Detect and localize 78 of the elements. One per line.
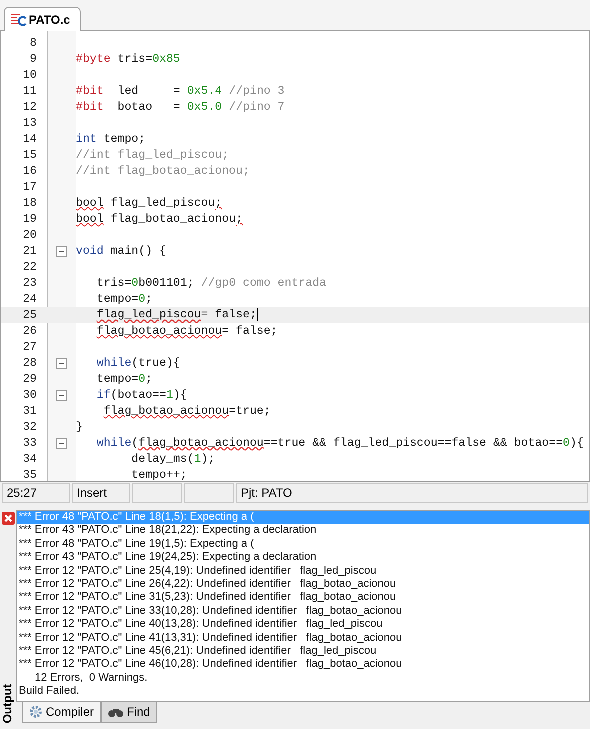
- code-line: void main() {: [76, 244, 166, 258]
- output-panel-title: Output: [1, 684, 15, 724]
- code-line: tris=0b001101; //gp0 como entrada: [96, 276, 326, 290]
- line-number: 13: [22, 116, 37, 130]
- build-summary: 12 Errors, 0 Warnings.: [34, 672, 149, 686]
- code-line: #byte tris=0x85: [76, 52, 180, 66]
- line-number: 14: [22, 132, 37, 146]
- insert-mode: Insert: [72, 483, 130, 503]
- line-number: 20: [22, 228, 37, 242]
- error-message[interactable]: *** Error 43 "PATO.c" Line 19(24,25): Expecting a declaration: [17, 551, 589, 565]
- line-number: 34: [22, 452, 37, 466]
- line-number: 25: [22, 308, 37, 322]
- error-message[interactable]: *** Error 48 "PATO.c" Line 19(1,5): Expecting a (: [17, 538, 589, 552]
- code-line: flag_botao_acionou= false;: [96, 324, 278, 338]
- code-line: bool flag_led_piscou;: [76, 196, 222, 210]
- line-number: 21: [22, 244, 37, 258]
- line-number: 17: [22, 180, 37, 194]
- line-number: 33: [22, 436, 37, 450]
- status-cell: [184, 483, 234, 503]
- status-cell: [132, 483, 182, 503]
- code-line: tempo++;: [130, 468, 188, 481]
- line-number: 26: [22, 324, 37, 338]
- error-message[interactable]: *** Error 12 "PATO.c" Line 45(6,21): Undefined identifier flag_led_piscou: [17, 644, 589, 658]
- panel-tab[interactable]: Compiler: [22, 702, 102, 723]
- error-message[interactable]: *** Error 12 "PATO.c" Line 40(13,28): Undefined identifier flag_led_piscou: [17, 618, 589, 632]
- line-number: 32: [22, 420, 37, 434]
- project-name: Pjt: PATO: [236, 483, 588, 503]
- line-number: 10: [22, 68, 37, 82]
- code-line: delay_ms(1);: [130, 452, 216, 466]
- line-number: 12: [22, 100, 37, 114]
- code-line: while(true){: [96, 356, 180, 370]
- line-number: 18: [22, 196, 37, 210]
- code-line: flag_botao_acionou=true;: [102, 404, 271, 418]
- line-number: 11: [22, 84, 37, 98]
- line-number: 31: [22, 404, 37, 418]
- line-number: 30: [22, 388, 37, 402]
- line-number: 24: [22, 292, 37, 306]
- code-line: tempo=0;: [96, 292, 153, 306]
- error-message[interactable]: *** Error 43 "PATO.c" Line 18(21,22): Expecting a declaration: [17, 524, 589, 538]
- error-message[interactable]: *** Error 12 "PATO.c" Line 26(4,22): Undefined identifier flag_botao_acionou: [17, 578, 589, 592]
- line-number: 29: [22, 372, 37, 386]
- code-line: #bit led = 0x5.4 //pino 3: [76, 84, 285, 98]
- collapse-icon[interactable]: [56, 358, 67, 368]
- line-number: 15: [22, 148, 37, 162]
- line-number: 28: [22, 356, 37, 370]
- code-line: //int flag_led_piscou;: [76, 148, 230, 162]
- line-number: 19: [22, 212, 37, 226]
- code-line: if(botao==1){: [96, 388, 188, 402]
- error-message[interactable]: *** Error 12 "PATO.c" Line 25(4,19): Undefined identifier flag_led_piscou: [17, 564, 589, 578]
- c-file-icon: [11, 12, 27, 26]
- code-line: #bit botao = 0x5.0 //pino 7: [76, 100, 285, 114]
- line-number: 9: [29, 52, 37, 66]
- gear-icon: [29, 705, 43, 719]
- file-tab[interactable]: PATO.c: [4, 7, 82, 31]
- error-message[interactable]: *** Error 12 "PATO.c" Line 46(10,28): Undefined identifier flag_botao_acionou: [17, 658, 589, 672]
- error-message[interactable]: *** Error 12 "PATO.c" Line 31(5,23): Undefined identifier flag_botao_acionou: [17, 591, 589, 605]
- line-number: 27: [22, 340, 37, 354]
- cursor-position: 25:27: [2, 483, 70, 503]
- error-message[interactable]: *** Error 12 "PATO.c" Line 33(10,28): Undefined identifier flag_botao_acionou: [17, 604, 589, 618]
- line-number: 8: [29, 36, 37, 50]
- line-number: 35: [22, 468, 37, 481]
- line-number: 22: [22, 260, 37, 274]
- line-number: 23: [22, 276, 37, 290]
- code-line: int tempo;: [76, 132, 146, 146]
- error-message[interactable]: *** Error 12 "PATO.c" Line 41(13,31): Undefined identifier flag_botao_acionou: [17, 632, 589, 645]
- collapse-icon[interactable]: [56, 438, 67, 448]
- code-line: //int flag_botao_acionou;: [76, 164, 250, 178]
- build-result: Build Failed.: [18, 685, 81, 698]
- code-line: tempo=0;: [96, 372, 153, 386]
- code-line: while(flag_botao_acionou==true && flag_led_piscou==false && botao==0){: [96, 436, 584, 450]
- binoculars-icon: [108, 706, 124, 718]
- code-line: bool flag_botao_acionou;: [76, 212, 244, 226]
- collapse-icon[interactable]: [56, 390, 67, 400]
- line-number: 16: [22, 164, 37, 178]
- collapse-icon[interactable]: [56, 246, 67, 256]
- code-line: }: [76, 420, 83, 434]
- panel-tab[interactable]: Find: [101, 702, 158, 723]
- code-line: flag_led_piscou= false;: [96, 308, 258, 322]
